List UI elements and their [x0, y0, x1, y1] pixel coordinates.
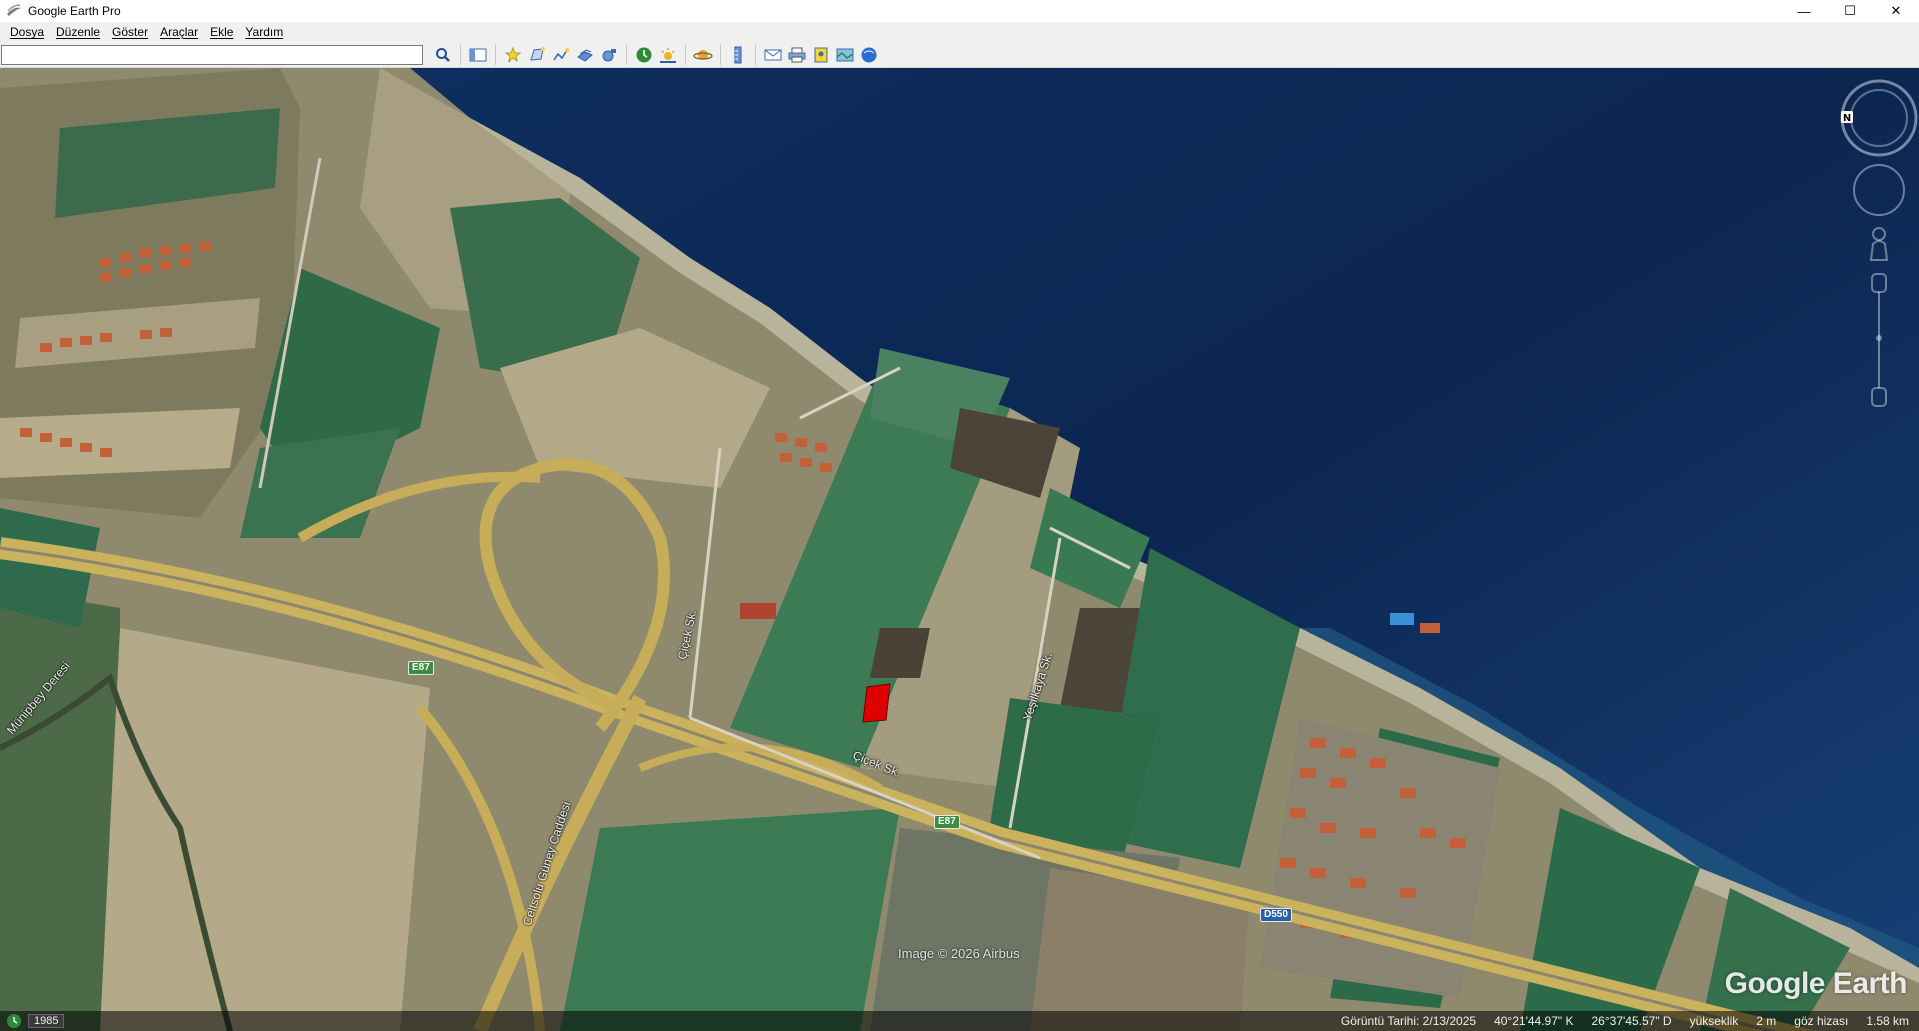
- save-image-icon: [814, 47, 828, 62]
- historical-year-badge[interactable]: 1985: [28, 1014, 65, 1028]
- planets-icon: [693, 49, 713, 60]
- print-button[interactable]: [785, 44, 809, 66]
- road-shield-e87: E87: [408, 661, 434, 675]
- north-reset-button[interactable]: N: [1840, 79, 1918, 157]
- elevation-value: 2 m: [1756, 1014, 1777, 1028]
- add-path-button[interactable]: [549, 44, 573, 66]
- status-readouts: Görüntü Tarihi: 2/13/2025 40°21'44.97" K…: [1341, 1014, 1919, 1028]
- imagery-credit: Image © 2026 Airbus: [898, 946, 1020, 961]
- tour-record-icon: [602, 48, 616, 61]
- historical-imagery-icon[interactable]: [6, 1013, 22, 1029]
- menu-duzenle[interactable]: Düzenle: [50, 25, 106, 39]
- search-icon: [436, 47, 450, 62]
- polygon-icon: [530, 46, 545, 61]
- svg-text:N: N: [1843, 113, 1851, 124]
- ruler-icon: [734, 46, 742, 63]
- toolbar: [0, 42, 1919, 68]
- placemark-icon: [504, 46, 522, 62]
- zoom-slider[interactable]: [1871, 273, 1887, 407]
- email-button[interactable]: [761, 44, 785, 66]
- highlighted-parcel: [862, 683, 891, 723]
- navigation-controls: N: [1840, 79, 1918, 407]
- menu-araclar[interactable]: Araçlar: [154, 25, 204, 39]
- toolbar-separator: [720, 44, 721, 65]
- road-shield-d550: D550: [1260, 908, 1292, 922]
- save-image-button[interactable]: [809, 44, 833, 66]
- toolbar-separator: [495, 44, 496, 65]
- satellite-imagery: [0, 68, 1919, 1031]
- image-overlay-icon: [577, 48, 593, 62]
- email-icon: [764, 49, 782, 60]
- path-icon: [553, 47, 569, 60]
- elevation-label: yükseklik: [1689, 1014, 1739, 1028]
- google-earth-watermark: Google Earth: [1724, 967, 1908, 1000]
- close-button[interactable]: ✕: [1873, 0, 1919, 22]
- menu-goster[interactable]: Göster: [106, 25, 154, 39]
- toolbar-separator: [460, 44, 461, 65]
- menu-dosya[interactable]: Dosya: [4, 25, 50, 39]
- search-button[interactable]: [431, 44, 455, 66]
- image-overlay-button[interactable]: [573, 44, 597, 66]
- longitude-readout: 26°37'45.57" D: [1591, 1014, 1672, 1028]
- maximize-button[interactable]: ☐: [1827, 0, 1873, 22]
- sidebar-toggle-button[interactable]: [466, 44, 490, 66]
- menu-yardim[interactable]: Yardım: [239, 25, 289, 39]
- window-controls: — ☐ ✕: [1781, 0, 1919, 22]
- historical-imagery-icon: [636, 47, 652, 62]
- latitude-readout: 40°21'44.97" K: [1494, 1014, 1574, 1028]
- web-globe-button[interactable]: [857, 44, 881, 66]
- sidebar-toggle-icon: [469, 48, 487, 61]
- map-view-icon: [836, 48, 854, 61]
- sunlight-icon: [660, 47, 676, 63]
- search-input[interactable]: [1, 44, 423, 65]
- map-viewport[interactable]: Çiçek Sk. Çiçek Sk. Yeşilkaya Sk. Münipb…: [0, 68, 1919, 1031]
- planets-button[interactable]: [691, 44, 715, 66]
- minimize-button[interactable]: —: [1781, 0, 1827, 22]
- sunlight-button[interactable]: [656, 44, 680, 66]
- street-view-pegman-icon[interactable]: [1869, 227, 1889, 261]
- imagery-date: Görüntü Tarihi: 2/13/2025: [1340, 1014, 1477, 1028]
- status-bar: 1985 Görüntü Tarihi: 2/13/2025 40°21'44.…: [0, 1011, 1919, 1031]
- add-polygon-button[interactable]: [525, 44, 549, 66]
- eye-altitude-label: göz hizası: [1794, 1014, 1849, 1028]
- look-joystick[interactable]: [1853, 164, 1905, 216]
- title-bar: Google Earth Pro — ☐ ✕: [0, 0, 1919, 22]
- web-globe-icon: [861, 47, 877, 62]
- eye-altitude-value: 1.58 km: [1866, 1014, 1909, 1028]
- menu-ekle[interactable]: Ekle: [204, 25, 239, 39]
- toolbar-separator: [685, 44, 686, 65]
- print-icon: [788, 47, 806, 62]
- historical-imagery-button[interactable]: [632, 44, 656, 66]
- toolbar-separator: [755, 44, 756, 65]
- ruler-button[interactable]: [726, 44, 750, 66]
- add-placemark-button[interactable]: [501, 44, 525, 66]
- road-shield-e87: E87: [934, 815, 960, 829]
- record-tour-button[interactable]: [597, 44, 621, 66]
- toolbar-separator: [626, 44, 627, 65]
- google-earth-app-icon: [7, 4, 21, 16]
- window-title: Google Earth Pro: [28, 4, 121, 18]
- menu-bar: Dosya Düzenle Göster Araçlar Ekle Yardım: [0, 22, 1919, 42]
- map-view-button[interactable]: [833, 44, 857, 66]
